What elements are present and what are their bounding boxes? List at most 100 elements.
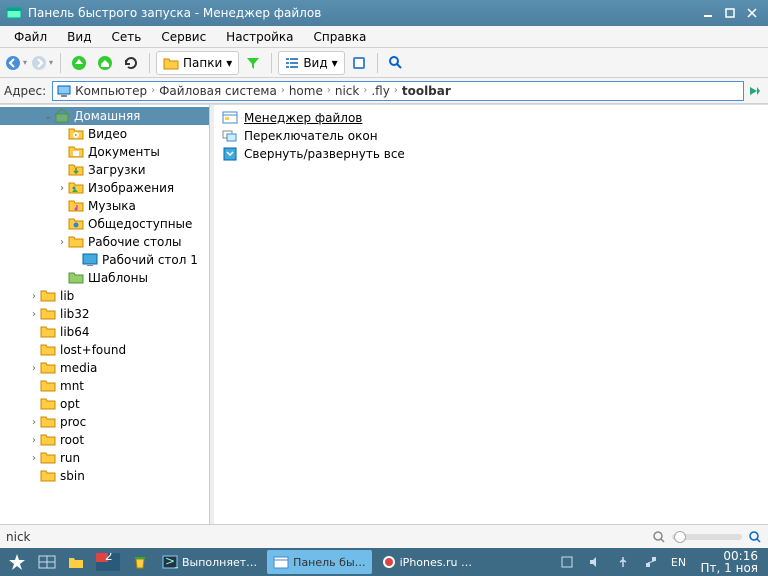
list-pane[interactable]: Менеджер файлов Переключатель окон Свернут…	[214, 105, 768, 524]
list-item-label: Менеджер файлов	[244, 111, 362, 125]
tree-item[interactable]: ›Рабочие столы	[0, 233, 209, 251]
back-button[interactable]: ▾	[4, 51, 28, 75]
tree-item-label: sbin	[60, 469, 85, 483]
path-segment[interactable]: nick	[335, 84, 360, 98]
menu-service[interactable]: Сервис	[151, 27, 216, 47]
start-button[interactable]	[4, 550, 30, 574]
view-selector[interactable]: Вид ▾	[278, 51, 344, 75]
tree-item[interactable]: ›media	[0, 359, 209, 377]
img-icon	[68, 180, 84, 196]
path-segment[interactable]: Файловая система	[159, 84, 277, 98]
app-icon	[6, 5, 22, 21]
tree-item-label: run	[60, 451, 80, 465]
folder-icon	[40, 342, 56, 358]
home-button[interactable]	[93, 51, 117, 75]
menu-help[interactable]: Справка	[304, 27, 377, 47]
filter-button[interactable]	[241, 51, 265, 75]
expand-toggle[interactable]: ›	[56, 183, 68, 194]
tree-item[interactable]: Общедоступные	[0, 215, 209, 233]
tree-item[interactable]: sbin	[0, 467, 209, 485]
list-item[interactable]: Менеджер файлов	[218, 109, 764, 127]
forward-button[interactable]: ▾	[30, 51, 54, 75]
tree-item[interactable]: ›Изображения	[0, 179, 209, 197]
folders-selector[interactable]: Папки ▾	[156, 51, 239, 75]
tree-item-label: Документы	[88, 145, 160, 159]
tree-item[interactable]: Видео	[0, 125, 209, 143]
tray-usb-icon[interactable]	[611, 550, 635, 574]
path-segment[interactable]: home	[289, 84, 323, 98]
address-label: Адрес:	[4, 84, 46, 98]
close-button[interactable]	[742, 4, 762, 22]
up-button[interactable]	[67, 51, 91, 75]
expand-toggle[interactable]: ›	[28, 417, 40, 428]
expand-toggle[interactable]: ›	[28, 453, 40, 464]
minimize-button[interactable]	[698, 4, 718, 22]
list-item-label: Переключатель окон	[244, 129, 378, 143]
search-button[interactable]	[384, 51, 408, 75]
tree-item-label: proc	[60, 415, 86, 429]
folder-icon	[40, 450, 56, 466]
tray-notification-icon[interactable]	[555, 550, 579, 574]
window-title: Панель быстрого запуска - Менеджер файло…	[28, 6, 696, 20]
tree-item[interactable]: Документы	[0, 143, 209, 161]
path-segment[interactable]: Компьютер	[75, 84, 147, 98]
tree-item[interactable]: mnt	[0, 377, 209, 395]
toolbar: ▾ ▾ Папки ▾ Вид ▾	[0, 48, 768, 78]
show-desktop-button[interactable]	[34, 550, 60, 574]
tree-item[interactable]: ›root	[0, 431, 209, 449]
clock-date: Пт, 1 ноя	[701, 562, 759, 574]
list-item[interactable]: Переключатель окон	[218, 127, 764, 145]
zoom-in-icon[interactable]	[748, 530, 762, 544]
tree-item[interactable]: Шаблоны	[0, 269, 209, 287]
taskbar-app[interactable]: Панель бы…	[267, 550, 371, 574]
slider-knob[interactable]	[674, 531, 686, 543]
tree-item-label: opt	[60, 397, 80, 411]
tree-item[interactable]: ›lib32	[0, 305, 209, 323]
refresh-button[interactable]	[119, 51, 143, 75]
pager[interactable]: 2	[92, 550, 124, 574]
tree-item[interactable]: › run	[0, 449, 209, 467]
tree-item[interactable]: › proc	[0, 413, 209, 431]
tray-network-icon[interactable]	[639, 550, 663, 574]
menu-network[interactable]: Сеть	[101, 27, 151, 47]
tree-item[interactable]: Загрузки	[0, 161, 209, 179]
taskbar-app[interactable]: iPhones.ru …	[376, 550, 478, 574]
tree-item-label: Домашняя	[74, 109, 140, 123]
zoom-out-icon[interactable]	[652, 530, 666, 544]
go-button[interactable]	[744, 84, 764, 98]
disk-button[interactable]	[347, 51, 371, 75]
tree-item[interactable]: Рабочий стол 1	[0, 251, 209, 269]
tree-pane[interactable]: ⌄ Домашняя Видео Документы Загрузки›Изображе…	[0, 105, 210, 524]
expand-toggle[interactable]: ›	[28, 435, 40, 446]
tree-item[interactable]: ⌄ Домашняя	[0, 107, 209, 125]
expand-toggle[interactable]: ›	[28, 363, 40, 374]
tree-item[interactable]: opt	[0, 395, 209, 413]
menu-view[interactable]: Вид	[57, 27, 101, 47]
computer-icon	[57, 84, 71, 98]
tray-volume-icon[interactable]	[583, 550, 607, 574]
expand-toggle[interactable]: ›	[28, 309, 40, 320]
tree-item[interactable]: lib64	[0, 323, 209, 341]
list-item[interactable]: Свернуть/развернуть все	[218, 145, 764, 163]
path-segment-current[interactable]: toolbar	[402, 84, 451, 98]
folder-icon	[40, 414, 56, 430]
zoom-slider[interactable]	[672, 534, 742, 540]
address-path[interactable]: Компьютер › Файловая система › home › ni…	[52, 81, 744, 101]
menu-file[interactable]: Файл	[4, 27, 57, 47]
clock[interactable]: 00:16 Пт, 1 ноя	[695, 550, 765, 574]
maximize-button[interactable]	[720, 4, 740, 22]
tree-item[interactable]: Музыка	[0, 197, 209, 215]
tree-item[interactable]: ›lib	[0, 287, 209, 305]
path-segment[interactable]: .fly	[371, 84, 389, 98]
folder-icon	[40, 360, 56, 376]
expand-toggle[interactable]: ›	[56, 237, 68, 248]
expand-toggle[interactable]: ⌄	[42, 111, 54, 122]
language-indicator[interactable]: EN	[667, 550, 691, 574]
tree-item[interactable]: lost+found	[0, 341, 209, 359]
expand-toggle[interactable]: ›	[28, 291, 40, 302]
file-manager-launcher[interactable]	[64, 550, 88, 574]
taskbar-app[interactable]: >_ Выполняет…	[156, 550, 263, 574]
trash-button[interactable]	[128, 550, 152, 574]
taskbar-app-label: iPhones.ru …	[400, 556, 472, 569]
menu-settings[interactable]: Настройка	[216, 27, 303, 47]
